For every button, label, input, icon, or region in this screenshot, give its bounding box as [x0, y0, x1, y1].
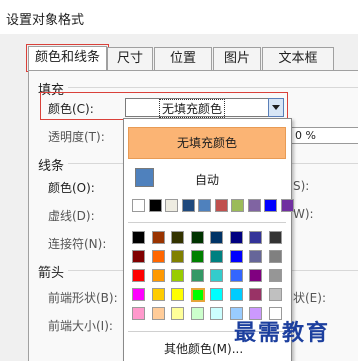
- palette-color-swatch[interactable]: [151, 307, 165, 320]
- palette-color-swatch[interactable]: [171, 307, 184, 320]
- palette-color-swatch[interactable]: [171, 269, 184, 282]
- palette-color-swatch[interactable]: [171, 288, 184, 301]
- format-object-dialog: 设置对象格式 颜色和线条 尺寸 位置 图片 文本框 填充 颜色(C): 无填充颜…: [0, 0, 358, 361]
- palette-color-swatch[interactable]: [132, 250, 145, 263]
- palette-color-swatch[interactable]: [249, 288, 262, 301]
- recent-color-swatch[interactable]: [165, 199, 178, 212]
- palette-color-swatch[interactable]: [151, 288, 165, 301]
- recent-color-swatch[interactable]: [214, 199, 228, 212]
- palette-color-swatch[interactable]: [268, 231, 282, 244]
- auto-color-swatch[interactable]: [135, 168, 154, 187]
- palette-color-swatch[interactable]: [190, 269, 204, 282]
- fill-color-dropdown[interactable]: 无填充颜色: [125, 98, 270, 118]
- tab-size[interactable]: 尺寸: [107, 47, 153, 70]
- tab-position[interactable]: 位置: [154, 47, 212, 70]
- palette-color-swatch[interactable]: [151, 231, 165, 244]
- connector-label: 连接符(N):: [48, 237, 107, 251]
- palette-color-swatch[interactable]: [249, 269, 262, 282]
- recent-color-swatch[interactable]: [132, 199, 145, 212]
- line-weight-label-partial: W):: [293, 207, 314, 221]
- line-color-label: 颜色(O):: [48, 181, 95, 195]
- palette-color-swatch[interactable]: [210, 307, 223, 320]
- palette-color-swatch[interactable]: [229, 250, 243, 263]
- recent-color-swatch[interactable]: [280, 199, 294, 212]
- popup-divider: [128, 222, 286, 223]
- palette-color-swatch[interactable]: [229, 231, 243, 244]
- palette-color-swatch[interactable]: [229, 288, 243, 301]
- tab-colors-and-lines[interactable]: 颜色和线条: [26, 44, 109, 72]
- fill-section-divider: [68, 87, 358, 88]
- palette-color-swatch[interactable]: [132, 288, 145, 301]
- auto-color-label[interactable]: 自动: [195, 171, 219, 188]
- palette-color-swatch[interactable]: [268, 250, 282, 263]
- recent-color-swatch[interactable]: [264, 199, 277, 212]
- fill-color-value: 无填充颜色: [158, 99, 226, 118]
- palette-color-swatch[interactable]: [190, 307, 204, 320]
- recent-color-swatch[interactable]: [148, 199, 162, 212]
- watermark: 最需教育: [234, 321, 331, 346]
- line-section-title: 线条: [38, 159, 65, 174]
- palette-color-swatch[interactable]: [132, 269, 145, 282]
- tab-textbox[interactable]: 文本框: [262, 47, 334, 70]
- palette-color-swatch[interactable]: [132, 231, 145, 244]
- begin-style-label: 前端形状(B):: [48, 291, 118, 305]
- arrows-section-title: 箭头: [38, 266, 65, 281]
- transparency-input[interactable]: 0 %: [290, 127, 358, 144]
- palette-color-swatch[interactable]: [132, 307, 145, 320]
- selected-color-swatch[interactable]: [190, 288, 205, 302]
- dash-label: 虚线(D):: [48, 209, 95, 223]
- recent-color-swatch[interactable]: [198, 199, 211, 212]
- palette-color-swatch[interactable]: [249, 231, 262, 244]
- palette-color-swatch[interactable]: [190, 231, 204, 244]
- recent-color-swatch[interactable]: [247, 199, 261, 212]
- palette-color-swatch[interactable]: [151, 250, 165, 263]
- palette-color-swatch[interactable]: [268, 288, 282, 301]
- more-colors-button[interactable]: 其他颜色(M)...: [164, 340, 243, 357]
- end-style-label-partial: 状(E):: [293, 291, 326, 305]
- palette-color-swatch[interactable]: [171, 250, 184, 263]
- dialog-title: 设置对象格式: [6, 13, 85, 28]
- palette-color-swatch[interactable]: [210, 231, 223, 244]
- palette-color-swatch[interactable]: [171, 231, 184, 244]
- palette-color-swatch[interactable]: [151, 269, 165, 282]
- recent-color-swatch[interactable]: [231, 199, 244, 212]
- recent-color-swatch[interactable]: [181, 199, 195, 212]
- dialog-titlebar: 设置对象格式: [0, 0, 358, 34]
- palette-color-swatch[interactable]: [210, 269, 223, 282]
- no-fill-button[interactable]: 无填充颜色: [128, 127, 286, 159]
- palette-color-swatch[interactable]: [190, 250, 204, 263]
- palette-color-swatch[interactable]: [249, 250, 262, 263]
- palette-color-swatch[interactable]: [210, 288, 223, 301]
- dropdown-arrow-icon[interactable]: [268, 98, 284, 117]
- palette-color-swatch[interactable]: [268, 269, 282, 282]
- palette-color-swatch[interactable]: [229, 269, 243, 282]
- transparency-label: 透明度(T):: [48, 130, 105, 144]
- palette-color-swatch[interactable]: [210, 250, 223, 263]
- fill-color-label: 颜色(C):: [48, 102, 94, 116]
- line-style-label-partial: S):: [293, 179, 310, 193]
- tab-picture[interactable]: 图片: [213, 47, 261, 70]
- begin-size-label: 前端大小(I):: [48, 319, 113, 333]
